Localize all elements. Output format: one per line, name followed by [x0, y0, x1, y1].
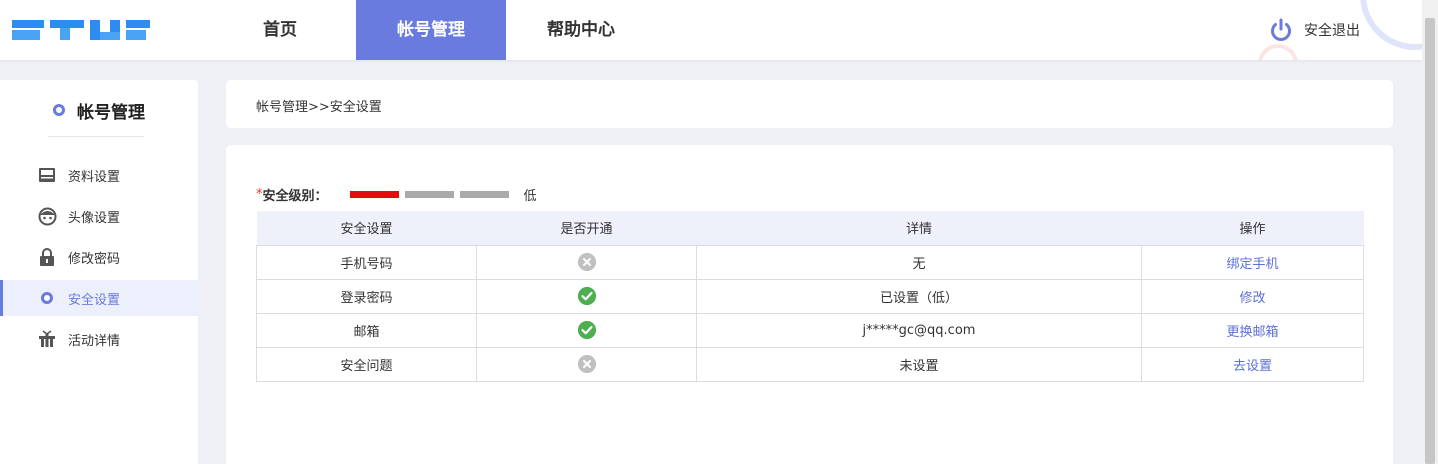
security-level-text: 低: [523, 188, 537, 204]
sidebar-title-text: 帐号管理: [77, 102, 145, 123]
sidebar-item-label: 安全设置: [68, 292, 121, 308]
vertical-scrollbar[interactable]: [1422, 0, 1438, 464]
column-header: 详情: [696, 211, 1142, 245]
table-row: 登录密码 已设置（低） 修改: [256, 278, 1364, 314]
setting-name: 邮箱: [256, 312, 477, 348]
setting-name: 手机号码: [256, 244, 477, 280]
top-header: 首页 帐号管理 帮助中心 安全退出: [0, 0, 1422, 60]
enabled-status: [476, 244, 697, 280]
table-row: 手机号码 无绑定手机: [256, 244, 1364, 280]
security-level-label: 安全级别：: [262, 188, 328, 204]
security-settings-panel: * 安全级别： 低 安全设置 是否开通 详情 操作 手机号码 无绑定手机登录密码 已…: [226, 145, 1393, 464]
sidebar-item-label: 活动详情: [68, 333, 121, 349]
logout-button[interactable]: 安全退出: [1268, 16, 1360, 44]
setting-detail: 已设置（低）: [696, 278, 1142, 314]
table-row: 安全问题 未设置 去设置: [256, 346, 1364, 382]
decorative-ring: [1360, 0, 1422, 50]
logout-label: 安全退出: [1304, 23, 1360, 39]
breadcrumb: 帐号管理>>安全设置: [256, 100, 382, 115]
column-header: 操作: [1141, 211, 1364, 245]
setting-action-link[interactable]: 更换邮箱: [1141, 312, 1364, 348]
breadcrumb-card: 帐号管理>>安全设置: [226, 80, 1393, 128]
enabled-status: [476, 312, 697, 348]
security-level: * 安全级别： 低: [256, 185, 537, 204]
gift-icon: [37, 329, 57, 349]
security-table: 安全设置 是否开通 详情 操作 手机号码 无绑定手机登录密码 已设置（低） 修改邮箱 j…: [256, 211, 1364, 382]
nav-help-center[interactable]: 帮助中心: [506, 0, 656, 60]
sidebar-item-activity[interactable]: 活动详情: [0, 321, 198, 357]
security-level-bar: [459, 190, 509, 198]
id-card-icon: [37, 165, 57, 185]
setting-detail: 未设置: [696, 346, 1142, 382]
sidebar-item-label: 头像设置: [68, 210, 121, 226]
column-header: 是否开通: [476, 211, 697, 245]
face-icon: [37, 206, 57, 226]
table-header-row: 安全设置 是否开通 详情 操作: [256, 211, 1364, 245]
setting-action-link[interactable]: 修改: [1141, 278, 1364, 314]
scrollbar-thumb[interactable]: [1425, 18, 1435, 464]
sidebar-divider: [48, 136, 144, 137]
setting-detail: 无: [696, 244, 1142, 280]
enabled-status: [476, 346, 697, 382]
setting-name: 安全问题: [256, 346, 477, 382]
close-circle-icon: [577, 355, 596, 373]
security-level-bar: [404, 190, 454, 198]
setting-name: 登录密码: [256, 278, 477, 314]
nav-account-management[interactable]: 帐号管理: [356, 0, 506, 60]
setting-action-link[interactable]: 去设置: [1141, 346, 1364, 382]
security-level-bar: [349, 190, 399, 198]
check-circle-icon: [577, 287, 596, 305]
close-circle-icon: [577, 253, 596, 271]
sidebar-item-label: 修改密码: [68, 251, 121, 267]
shield-dot-icon: [37, 288, 57, 308]
enabled-status: [476, 278, 697, 314]
sidebar-title: 帐号管理: [0, 96, 198, 124]
lock-icon: [37, 247, 57, 267]
nav-home[interactable]: 首页: [205, 0, 355, 60]
setting-detail: j*****gc@qq.com: [696, 312, 1142, 348]
sidebar-item-password[interactable]: 修改密码: [0, 239, 198, 275]
decorative-ring-small: [1258, 44, 1298, 60]
site-logo[interactable]: [12, 18, 150, 42]
column-header: 安全设置: [256, 211, 477, 245]
sidebar-item-avatar[interactable]: 头像设置: [0, 198, 198, 234]
table-row: 邮箱 j*****gc@qq.com 更换邮箱: [256, 312, 1364, 348]
power-icon: [1271, 18, 1291, 41]
bullet-icon: [53, 104, 65, 116]
sidebar-item-profile[interactable]: 资料设置: [0, 157, 198, 193]
sidebar-item-label: 资料设置: [68, 169, 121, 185]
sidebar-item-security[interactable]: 安全设置: [0, 280, 198, 316]
setting-action-link[interactable]: 绑定手机: [1141, 244, 1364, 280]
check-circle-icon: [577, 321, 596, 339]
sidebar: 帐号管理 资料设置 头像设置 修改密码 安全设置 活动详情: [0, 80, 198, 464]
